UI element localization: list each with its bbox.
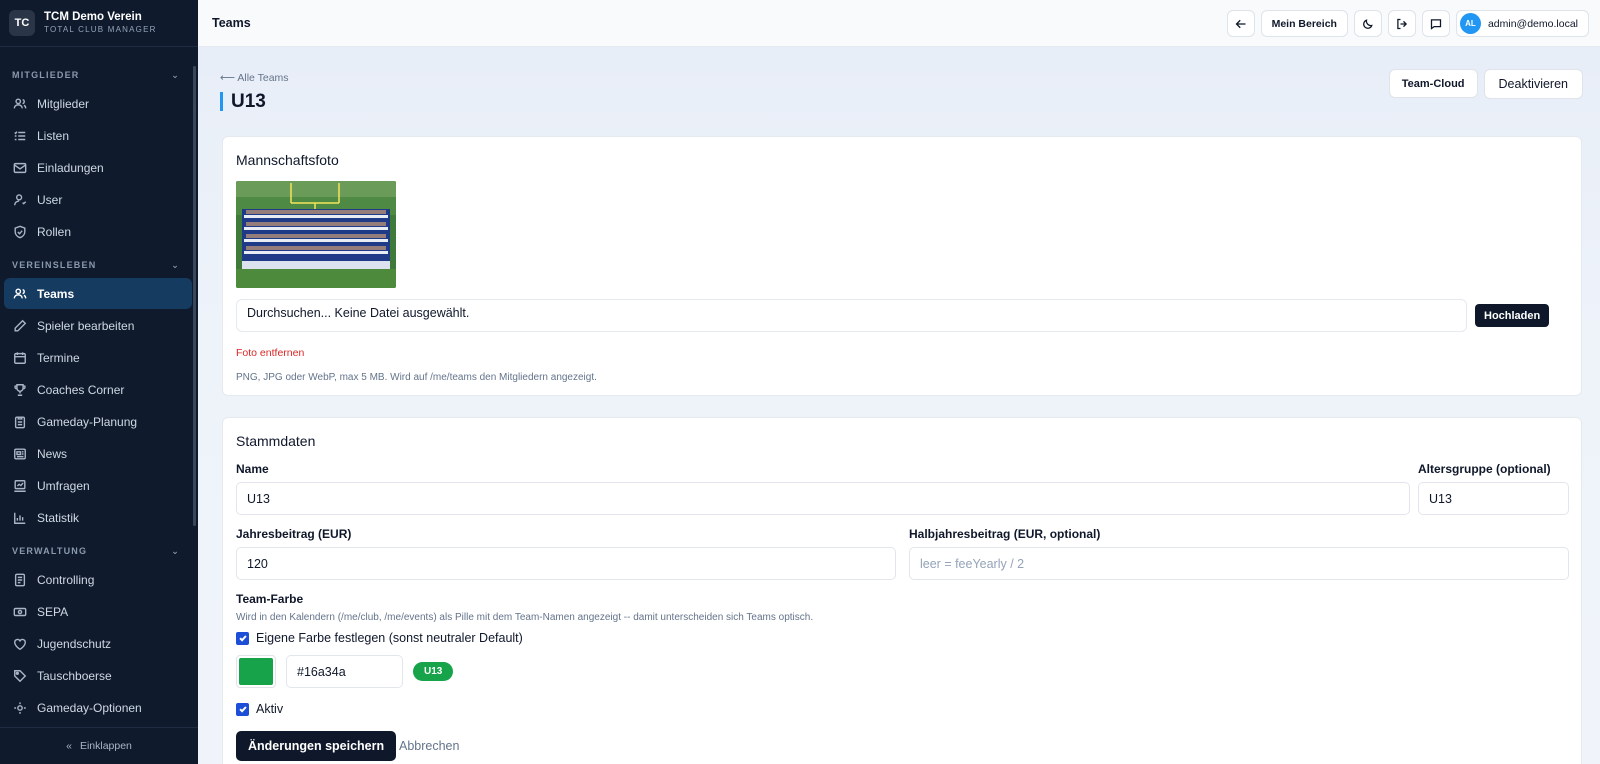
active-checkbox[interactable]: Aktiv: [236, 702, 283, 716]
team-color-label: Team-Farbe: [236, 592, 304, 606]
sidebar-item-sepa[interactable]: SEPA: [4, 596, 192, 627]
yearly-fee-input[interactable]: 120: [236, 547, 896, 580]
tag-icon: [13, 669, 27, 683]
age-group-label: Altersgruppe (optional): [1418, 462, 1551, 476]
team-cloud-button[interactable]: Team-Cloud: [1388, 69, 1478, 98]
color-picker[interactable]: [236, 655, 276, 688]
team-photo-card: Mannschaftsfoto Durchsuchen... Keine Dat…: [222, 136, 1582, 396]
brand-name: TCM Demo Verein: [44, 11, 142, 24]
nav-section-vereinsleben[interactable]: VEREINSLEBEN ⌄: [0, 253, 198, 277]
sidebar-item-statistik[interactable]: Statistik: [4, 502, 192, 533]
back-to-teams-link[interactable]: ⟵ Alle Teams: [220, 72, 289, 84]
topbar-title: Teams: [212, 16, 251, 30]
calendar-icon: [13, 351, 27, 365]
sidebar-item-spieler-bearbeiten[interactable]: Spieler bearbeiten: [4, 310, 192, 341]
sidebar-item-gameday-planung[interactable]: Gameday-Planung: [4, 406, 192, 437]
clipboard-icon: [13, 415, 27, 429]
sidebar-scrollbar[interactable]: [193, 66, 196, 526]
own-color-checkbox[interactable]: Eigene Farbe festlegen (sonst neutraler …: [236, 631, 523, 645]
messages-button[interactable]: [1421, 10, 1450, 37]
bank-icon: [13, 605, 27, 619]
settings-icon: [13, 701, 27, 715]
yearly-fee-label: Jahresbeitrag (EUR): [236, 527, 352, 541]
name-label: Name: [236, 462, 269, 476]
dark-mode-button[interactable]: [1353, 10, 1382, 37]
color-hex-input[interactable]: #16a34a: [286, 655, 403, 688]
remove-photo-link[interactable]: Foto entfernen: [236, 347, 304, 359]
chevron-down-icon: ⌄: [171, 259, 180, 270]
team-color-description: Wird in den Kalendern (/me/club, /me/eve…: [236, 612, 814, 623]
sidebar-item-rollen[interactable]: Rollen: [4, 216, 192, 247]
list-icon: [13, 129, 27, 143]
file-input[interactable]: Durchsuchen... Keine Datei ausgewählt.: [236, 299, 1467, 332]
trophy-icon: [13, 383, 27, 397]
sidebar-item-listen[interactable]: Listen: [4, 120, 192, 151]
sidebar-item-einladungen[interactable]: Einladungen: [4, 152, 192, 183]
page-title: U13: [220, 92, 266, 111]
my-area-button[interactable]: Mein Bereich: [1260, 10, 1348, 37]
chevron-down-icon: ⌄: [171, 69, 180, 80]
save-changes-button[interactable]: Änderungen speichern: [236, 731, 397, 761]
master-data-card: Stammdaten Name U13 Altersgruppe (option…: [222, 417, 1582, 764]
chevron-down-icon: ⌄: [171, 545, 180, 556]
team-icon: [13, 287, 27, 301]
checkbox-checked-icon: [236, 631, 249, 645]
team-photo: [236, 181, 396, 288]
sidebar-nav: MITGLIEDER ⌄ Mitglieder Listen Einladunge…: [0, 63, 198, 724]
sidebar-item-mitglieder[interactable]: Mitglieder: [4, 88, 192, 119]
brand[interactable]: TC TCM Demo Verein TOTAL CLUB MANAGER: [0, 0, 198, 47]
topbar: Teams Mein Bereich AL admin@demo.local: [198, 0, 1600, 47]
sidebar-item-user[interactable]: User: [4, 184, 192, 215]
age-group-input[interactable]: U13: [1418, 482, 1569, 515]
arrow-left-icon: [1235, 19, 1246, 28]
brand-logo: TC: [9, 10, 35, 36]
moon-icon: [1363, 18, 1373, 29]
upload-button[interactable]: Hochladen: [1475, 304, 1550, 327]
logout-icon: [1397, 18, 1407, 29]
double-chevron-left-icon: «: [66, 740, 72, 752]
nav-section-mitglieder[interactable]: MITGLIEDER ⌄: [0, 63, 198, 87]
shield-icon: [13, 225, 27, 239]
pencil-icon: [13, 319, 27, 333]
sidebar-item-teams[interactable]: Teams: [4, 278, 192, 309]
collapse-button[interactable]: « Einklappen: [0, 727, 198, 764]
back-button[interactable]: [1226, 10, 1255, 37]
half-yearly-fee-input[interactable]: leer = feeYearly / 2: [909, 547, 1569, 580]
brand-subtitle: TOTAL CLUB MANAGER: [44, 24, 157, 34]
logout-button[interactable]: [1387, 10, 1416, 37]
color-swatch: [239, 658, 273, 685]
cancel-button[interactable]: Abbrechen: [399, 739, 459, 753]
mail-icon: [13, 161, 27, 175]
poll-icon: [13, 479, 27, 493]
team-color-preview-pill: U13: [413, 662, 454, 681]
card-title: Stammdaten: [236, 433, 316, 449]
sidebar-item-controlling[interactable]: Controlling: [4, 564, 192, 595]
user-icon: [13, 193, 27, 207]
sidebar: TC TCM Demo Verein TOTAL CLUB MANAGER MI…: [0, 0, 198, 764]
newspaper-icon: [13, 447, 27, 461]
user-menu-button[interactable]: AL admin@demo.local: [1455, 10, 1589, 37]
chart-icon: [13, 511, 27, 525]
nav-section-verwaltung[interactable]: VERWALTUNG ⌄: [0, 539, 198, 563]
sidebar-item-gameday-optionen[interactable]: Gameday-Optionen: [4, 692, 192, 723]
half-yearly-fee-label: Halbjahresbeitrag (EUR, optional): [909, 527, 1101, 541]
sidebar-item-umfragen[interactable]: Umfragen: [4, 470, 192, 501]
card-title: Mannschaftsfoto: [236, 152, 339, 168]
name-input[interactable]: U13: [236, 482, 1410, 515]
checkbox-checked-icon: [236, 702, 249, 716]
deactivate-button[interactable]: Deaktivieren: [1483, 69, 1583, 99]
users-icon: [13, 97, 27, 111]
document-icon: [13, 573, 27, 587]
avatar: AL: [1459, 13, 1481, 34]
sidebar-item-tauschboerse[interactable]: Tauschboerse: [4, 660, 192, 691]
main-content: ⟵ Alle Teams U13 Team-Cloud Deaktivieren…: [198, 47, 1600, 764]
chat-icon: [1430, 18, 1442, 30]
heart-shield-icon: [13, 637, 27, 651]
photo-hint: PNG, JPG oder WebP, max 5 MB. Wird auf /…: [236, 372, 597, 383]
sidebar-item-termine[interactable]: Termine: [4, 342, 192, 373]
sidebar-item-coaches-corner[interactable]: Coaches Corner: [4, 374, 192, 405]
user-email: admin@demo.local: [1487, 17, 1578, 30]
sidebar-item-jugendschutz[interactable]: Jugendschutz: [4, 628, 192, 659]
sidebar-item-news[interactable]: News: [4, 438, 192, 469]
